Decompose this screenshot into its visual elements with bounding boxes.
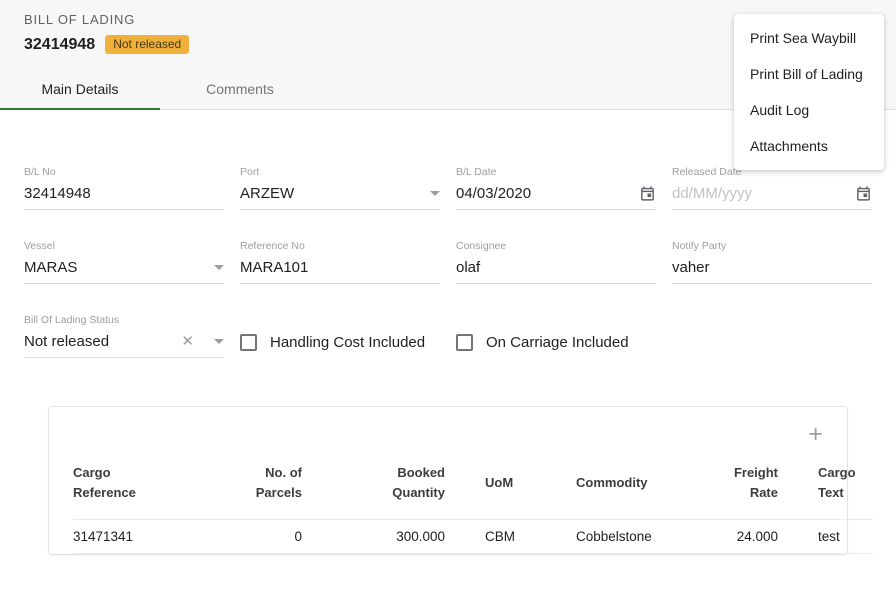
form-row-2: Vessel MARAS Reference No Consignee N xyxy=(24,240,872,284)
cargo-table-card: + CargoReference No. ofParcels xyxy=(48,406,848,555)
bl-no-label: B/L No xyxy=(24,166,224,178)
cell-cargo-reference: 31471341 xyxy=(73,520,213,554)
form-row-1: B/L No Port ARZEW B/L Date xyxy=(24,166,872,210)
cargo-table-row[interactable]: 31471341 0 300.000 CBM Cobbelstone 24.00… xyxy=(73,520,873,554)
port-label: Port xyxy=(240,166,440,178)
col-header-uom: UoM xyxy=(445,453,576,520)
cell-uom: CBM xyxy=(445,520,576,554)
main-details-panel: B/L No Port ARZEW B/L Date xyxy=(0,110,896,555)
menu-item-print-sea-waybill[interactable]: Print Sea Waybill xyxy=(734,20,884,56)
actions-menu: Print Sea Waybill Print Bill of Lading A… xyxy=(734,14,884,170)
field-bl-status[interactable]: Bill Of Lading Status Not released ✕ xyxy=(24,314,224,358)
tab-comments[interactable]: Comments xyxy=(160,68,320,109)
col-header-cargo-text: CargoText xyxy=(778,453,873,520)
col-header-cargo-reference: CargoReference xyxy=(73,453,213,520)
chevron-down-icon[interactable] xyxy=(430,191,440,196)
col-header-commodity: Commodity xyxy=(576,453,713,520)
menu-item-audit-log[interactable]: Audit Log xyxy=(734,92,884,128)
col-header-freight-rate: FreightRate xyxy=(713,453,778,520)
bl-status-value: Not released xyxy=(24,333,181,350)
cargo-table-header-row: CargoReference No. ofParcels BookedQuant… xyxy=(73,453,873,520)
field-port[interactable]: Port ARZEW xyxy=(240,166,440,210)
handling-cost-checkbox[interactable] xyxy=(240,334,257,351)
on-carriage-checkbox-item: On Carriage Included xyxy=(456,334,656,351)
field-bl-date: B/L Date xyxy=(456,166,656,210)
consignee-input[interactable] xyxy=(456,259,656,276)
menu-item-print-bill-of-lading[interactable]: Print Bill of Lading xyxy=(734,56,884,92)
field-consignee: Consignee xyxy=(456,240,656,284)
bl-date-label: B/L Date xyxy=(456,166,656,178)
field-vessel[interactable]: Vessel MARAS xyxy=(24,240,224,284)
cell-cargo-text: test xyxy=(778,520,873,554)
field-reference-no: Reference No xyxy=(240,240,440,284)
col-header-no-of-parcels: No. ofParcels xyxy=(213,453,302,520)
port-value: ARZEW xyxy=(240,185,422,202)
vessel-value: MARAS xyxy=(24,259,206,276)
field-notify-party: Notify Party xyxy=(672,240,872,284)
bl-no-input[interactable] xyxy=(24,185,224,202)
tab-main-details[interactable]: Main Details xyxy=(0,68,160,109)
cell-no-of-parcels: 0 xyxy=(213,520,302,554)
form-row-3: Bill Of Lading Status Not released ✕ Han… xyxy=(24,314,872,358)
handling-cost-label: Handling Cost Included xyxy=(270,334,425,351)
vessel-label: Vessel xyxy=(24,240,224,252)
reference-no-input[interactable] xyxy=(240,259,440,276)
on-carriage-label: On Carriage Included xyxy=(486,334,629,351)
field-bl-no: B/L No xyxy=(24,166,224,210)
notify-party-input[interactable] xyxy=(672,259,872,276)
cell-commodity: Cobbelstone xyxy=(576,520,713,554)
calendar-icon[interactable] xyxy=(639,185,656,202)
cell-booked-quantity: 300.000 xyxy=(302,520,445,554)
chevron-down-icon[interactable] xyxy=(214,339,224,344)
bill-of-lading-page: BILL OF LADING 32414948 Not released Mai… xyxy=(0,0,896,555)
col-header-booked-quantity: BookedQuantity xyxy=(302,453,445,520)
calendar-icon[interactable] xyxy=(855,185,872,202)
bl-date-input[interactable] xyxy=(456,185,639,202)
bl-status-label: Bill Of Lading Status xyxy=(24,314,224,326)
bl-number: 32414948 xyxy=(24,36,95,54)
cargo-card-toolbar: + xyxy=(73,421,823,447)
notify-party-label: Notify Party xyxy=(672,240,872,252)
reference-no-label: Reference No xyxy=(240,240,440,252)
cell-freight-rate: 24.000 xyxy=(713,520,778,554)
handling-cost-checkbox-item: Handling Cost Included xyxy=(240,334,440,351)
status-badge: Not released xyxy=(105,35,189,54)
consignee-label: Consignee xyxy=(456,240,656,252)
released-date-input[interactable] xyxy=(672,185,855,202)
menu-item-attachments[interactable]: Attachments xyxy=(734,128,884,164)
on-carriage-checkbox[interactable] xyxy=(456,334,473,351)
add-cargo-button[interactable]: + xyxy=(808,421,823,447)
clear-icon[interactable]: ✕ xyxy=(181,334,194,349)
chevron-down-icon[interactable] xyxy=(214,265,224,270)
field-released-date: Released Date xyxy=(672,166,872,210)
cargo-table: CargoReference No. ofParcels BookedQuant… xyxy=(73,453,873,554)
